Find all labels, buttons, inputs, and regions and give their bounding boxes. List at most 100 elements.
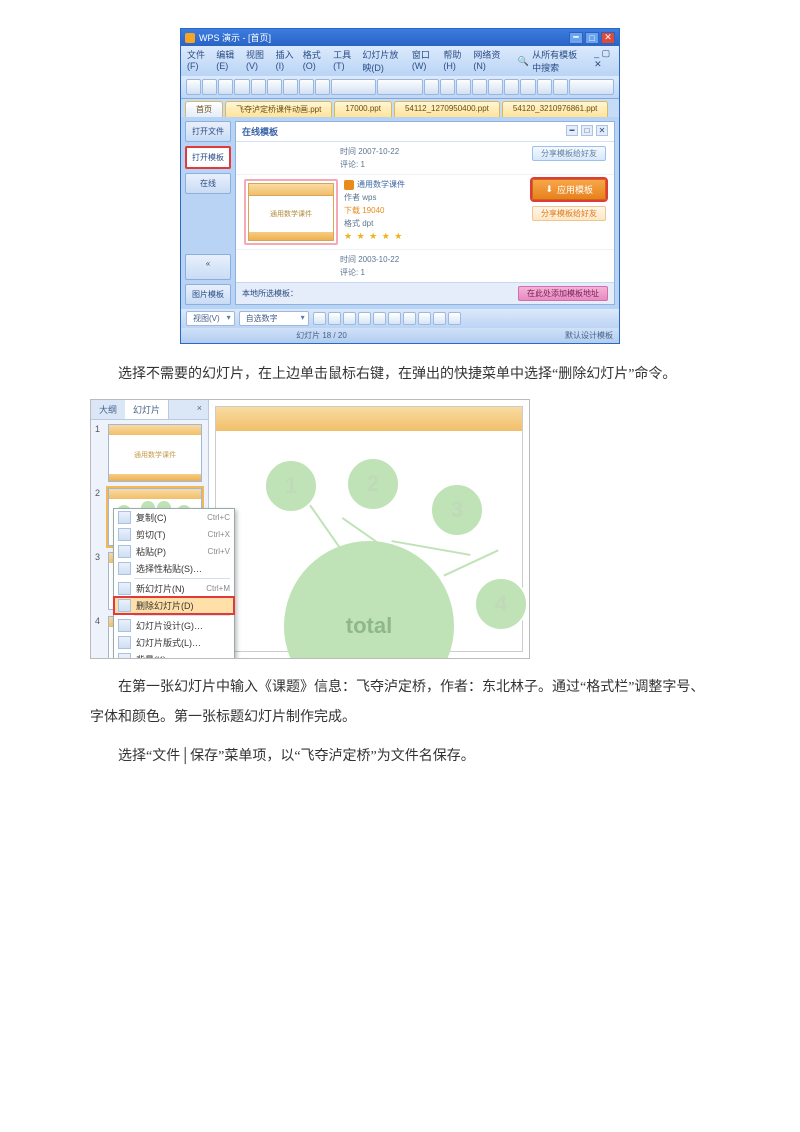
menu-label: 复制(C): [136, 511, 202, 524]
doc-tab-home[interactable]: 首页: [185, 101, 223, 117]
ctx-背景(K)…[interactable]: 背景(K)…: [114, 651, 234, 659]
tool-new-icon[interactable]: [186, 79, 201, 95]
tool-newslide-icon[interactable]: [553, 79, 568, 95]
template-search[interactable]: 🔍 从所有模板中搜索: [518, 48, 580, 74]
tool-align-left-icon[interactable]: [472, 79, 487, 95]
tool-align-right-icon[interactable]: [504, 79, 519, 95]
pane-close-icon[interactable]: ×: [191, 400, 208, 419]
doc-tab-2[interactable]: 17000.ppt: [334, 101, 392, 117]
menu-format[interactable]: 格式(O): [303, 48, 325, 74]
tpl2-share[interactable]: 分享模板给好友: [532, 206, 606, 221]
sb-3d-icon[interactable]: [448, 312, 461, 325]
sb-stroke-icon[interactable]: [403, 312, 416, 325]
tab-outline[interactable]: 大纲: [91, 400, 125, 419]
paragraph-2: 在第一张幻灯片中输入《课题》信息：飞夺泸定桥，作者：东北林子。通过“格式栏”调整…: [90, 673, 710, 732]
tpl2-downloads: 下载 19040: [344, 205, 405, 216]
thumb-num-4: 4: [95, 616, 105, 658]
tool-align-center-icon[interactable]: [488, 79, 503, 95]
panel-min-icon[interactable]: ━: [566, 125, 578, 136]
tool-bold-icon[interactable]: [424, 79, 439, 95]
nav-open-file[interactable]: 打开文件: [185, 121, 231, 142]
tpl3-time: 时间 2003-10-22: [340, 254, 399, 265]
tool-undo-icon[interactable]: [299, 79, 314, 95]
tpl3-rating: 评论: 1: [340, 267, 399, 278]
src-label: 本地所选模板：: [242, 288, 298, 299]
sb-text-icon[interactable]: [373, 312, 386, 325]
minimize-icon[interactable]: ━: [569, 32, 583, 44]
doc-tab-4[interactable]: 54120_3210976861.ppt: [502, 101, 609, 117]
ctx-复制(C)[interactable]: 复制(C) Ctrl+C: [114, 509, 234, 526]
doc-tab-1[interactable]: 飞夺泸定桥课件动画.ppt: [225, 101, 332, 117]
tool-save-icon[interactable]: [218, 79, 233, 95]
panel-max-icon[interactable]: □: [581, 125, 593, 136]
menu-icon: [118, 582, 131, 595]
panel-close-icon[interactable]: ✕: [596, 125, 608, 136]
sb-line-icon[interactable]: [313, 312, 326, 325]
tool-color-icon[interactable]: [537, 79, 552, 95]
context-menu: 复制(C) Ctrl+C 剪切(T)Ctrl+X 粘贴(P) Ctrl+V 选择性粘贴(S…: [113, 508, 235, 659]
nav-pic-template[interactable]: 图片模板: [185, 284, 231, 305]
nav-arrow-icon[interactable]: «: [185, 254, 231, 280]
menu-insert[interactable]: 插入(I): [276, 48, 295, 74]
ctx-选择性粘贴(S)…[interactable]: 选择性粘贴(S)…: [114, 560, 234, 577]
tool-copy-icon[interactable]: [267, 79, 282, 95]
maximize-icon[interactable]: □: [585, 32, 599, 44]
ctx-剪切(T)[interactable]: 剪切(T)Ctrl+X: [114, 526, 234, 543]
view-dropdown[interactable]: 视图(V): [186, 311, 235, 326]
menu-label: 粘贴(P): [136, 545, 203, 558]
sb-shadow-icon[interactable]: [433, 312, 446, 325]
ctx-幻灯片版式(L)…[interactable]: 幻灯片版式(L)…: [114, 634, 234, 651]
nav-open-template[interactable]: 打开模板: [185, 146, 231, 169]
tool-italic-icon[interactable]: [440, 79, 455, 95]
src-right[interactable]: 在此处添加模板地址: [518, 286, 608, 301]
sb-arrow-icon[interactable]: [328, 312, 341, 325]
tool-print-icon[interactable]: [234, 79, 249, 95]
ctx-粘贴(P)[interactable]: 粘贴(P) Ctrl+V: [114, 543, 234, 560]
tool-underline-icon[interactable]: [456, 79, 471, 95]
tool-font-drop[interactable]: [331, 79, 376, 95]
doc-tab-3[interactable]: 54112_1270950400.ppt: [394, 101, 500, 117]
sb-oval-icon[interactable]: [358, 312, 371, 325]
toolbar: [181, 76, 619, 99]
ctx-删除幻灯片(D)[interactable]: 删除幻灯片(D): [114, 597, 234, 614]
panel-title: 在线模板: [242, 125, 278, 138]
menu-shortcut: Ctrl+V: [208, 547, 230, 556]
menu-icon: [118, 599, 131, 612]
menu-edit[interactable]: 编辑(E): [216, 48, 238, 74]
menu-help[interactable]: 帮助(H): [443, 48, 465, 74]
sb-fill-icon[interactable]: [388, 312, 401, 325]
download-icon: ⬇: [545, 184, 553, 195]
sb-rect-icon[interactable]: [343, 312, 356, 325]
tpl2-stars: ★ ★ ★ ★ ★: [344, 231, 405, 242]
wps-window-screenshot: WPS 演示 - [首页] ━ □ ✕ 文件(F) 编辑(E) 视图(V) 插入…: [180, 28, 620, 344]
tab-slides[interactable]: 幻灯片: [125, 400, 169, 419]
tool-redo-icon[interactable]: [315, 79, 330, 95]
tpl-thumb[interactable]: 通用数学课件: [248, 183, 334, 241]
menu-file[interactable]: 文件(F): [187, 48, 208, 74]
menu-shortcut: Ctrl+C: [207, 513, 230, 522]
nav-online[interactable]: 在线: [185, 173, 231, 194]
tool-cut-icon[interactable]: [251, 79, 266, 95]
tool-design-icon[interactable]: [569, 79, 614, 95]
ctx-幻灯片设计(G)…[interactable]: 幻灯片设计(G)…: [114, 617, 234, 634]
close-icon[interactable]: ✕: [601, 32, 615, 44]
menu-network[interactable]: 网络资(N): [473, 48, 502, 74]
ctx-新幻灯片(N)[interactable]: 新幻灯片(N)Ctrl+M: [114, 580, 234, 597]
style-dropdown[interactable]: 自选数字: [239, 311, 309, 326]
tool-open-icon[interactable]: [202, 79, 217, 95]
menu-slideshow[interactable]: 幻灯片放映(D): [362, 48, 404, 74]
menu-window[interactable]: 窗口(W): [412, 48, 435, 74]
tool-paste-icon[interactable]: [283, 79, 298, 95]
menu-icon: [118, 545, 131, 558]
tpl1-share[interactable]: 分享模板给好友: [532, 146, 606, 161]
thumb-slide-1[interactable]: 通用数学课件: [108, 424, 202, 482]
tool-bullets-icon[interactable]: [520, 79, 535, 95]
tool-size-drop[interactable]: [377, 79, 422, 95]
window-titlebar: WPS 演示 - [首页] ━ □ ✕: [181, 29, 619, 46]
menu-view[interactable]: 视图(V): [246, 48, 268, 74]
template-source-row: 本地所选模板： 在此处添加模板地址: [236, 282, 614, 304]
menu-label: 背景(K)…: [136, 653, 230, 659]
menu-tools[interactable]: 工具(T): [333, 48, 354, 74]
apply-template-button[interactable]: ⬇ 应用模板: [532, 179, 606, 200]
sb-font-icon[interactable]: [418, 312, 431, 325]
